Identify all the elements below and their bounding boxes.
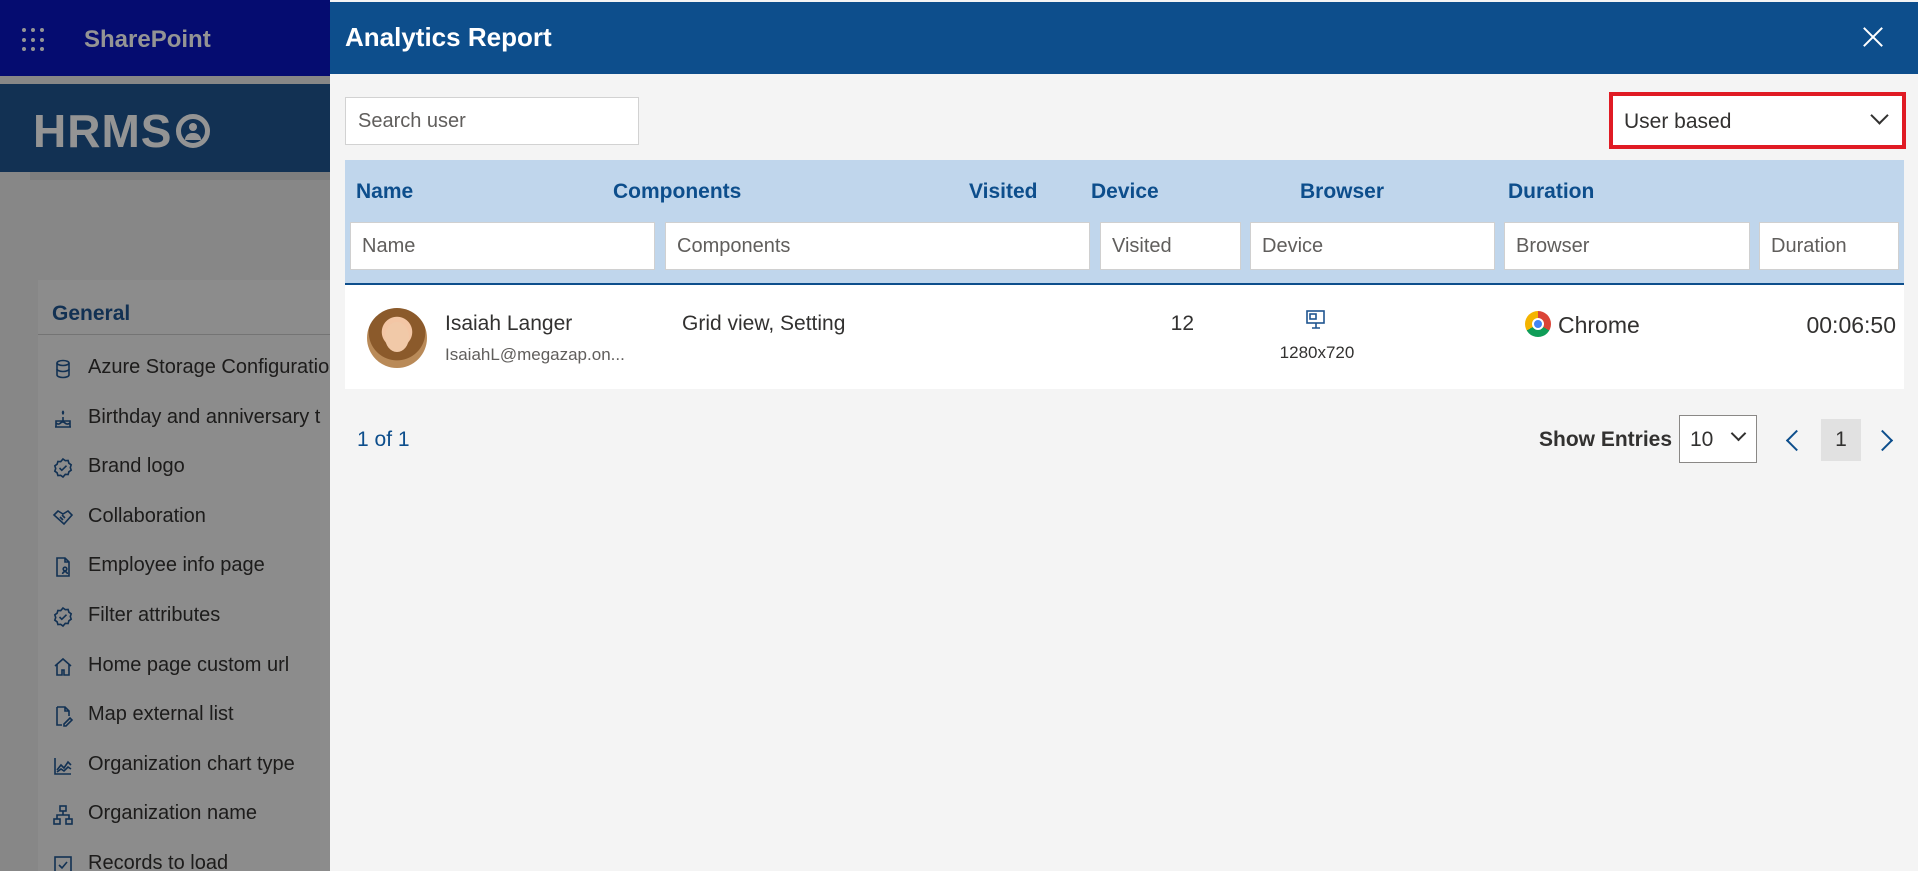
browser-cell: Chrome [1558,312,1640,338]
avatar [367,308,427,368]
user-email: IsaiahL@megazap.on... [445,345,625,364]
chevron-down-icon [1730,425,1747,442]
chrome-icon [1525,311,1551,337]
column-header-device[interactable]: Device [1091,180,1159,204]
page-number-button[interactable]: 1 [1821,419,1861,461]
components-cell: Grid view, Setting [682,312,846,335]
view-mode-value: User based [1624,110,1732,133]
entries-dropdown[interactable]: 10 [1679,415,1757,463]
page-count: 1 of 1 [357,428,410,451]
column-header-visited[interactable]: Visited [969,180,1037,204]
column-header-components[interactable]: Components [613,180,741,204]
search-user-input[interactable] [345,97,639,145]
panel-title: Analytics Report [345,22,552,52]
view-mode-dropdown[interactable]: User based [1609,92,1906,149]
column-header-duration[interactable]: Duration [1508,180,1594,204]
filter-visited-input[interactable] [1100,222,1241,270]
resolution-cell: 1280x720 [1279,343,1355,362]
entries-value: 10 [1690,428,1714,451]
column-header-browser[interactable]: Browser [1300,180,1384,204]
table-header: Name Components Visited Device Browser D… [345,160,1904,285]
previous-page-button[interactable] [1779,420,1809,460]
analytics-report-panel: Analytics Report User based Name Compone… [330,0,1918,871]
close-button[interactable] [1856,20,1890,54]
filter-browser-input[interactable] [1504,222,1750,270]
show-entries-label: Show Entries [1539,428,1673,451]
panel-header: Analytics Report [330,2,1918,74]
filter-duration-input[interactable] [1759,222,1899,270]
analytics-table: Name Components Visited Device Browser D… [345,160,1904,389]
duration-cell: 00:06:50 [1806,312,1896,338]
visited-cell: 12 [1170,312,1194,335]
next-page-button[interactable] [1871,420,1901,460]
filter-name-input[interactable] [350,222,655,270]
user-name: Isaiah Langer [445,312,573,335]
chevron-down-icon [1870,106,1889,125]
filter-device-input[interactable] [1250,222,1495,270]
table-row[interactable]: Isaiah Langer IsaiahL@megazap.on... Grid… [345,285,1904,389]
filter-components-input[interactable] [665,222,1090,270]
monitor-icon [1304,309,1328,331]
column-header-name[interactable]: Name [356,180,413,204]
